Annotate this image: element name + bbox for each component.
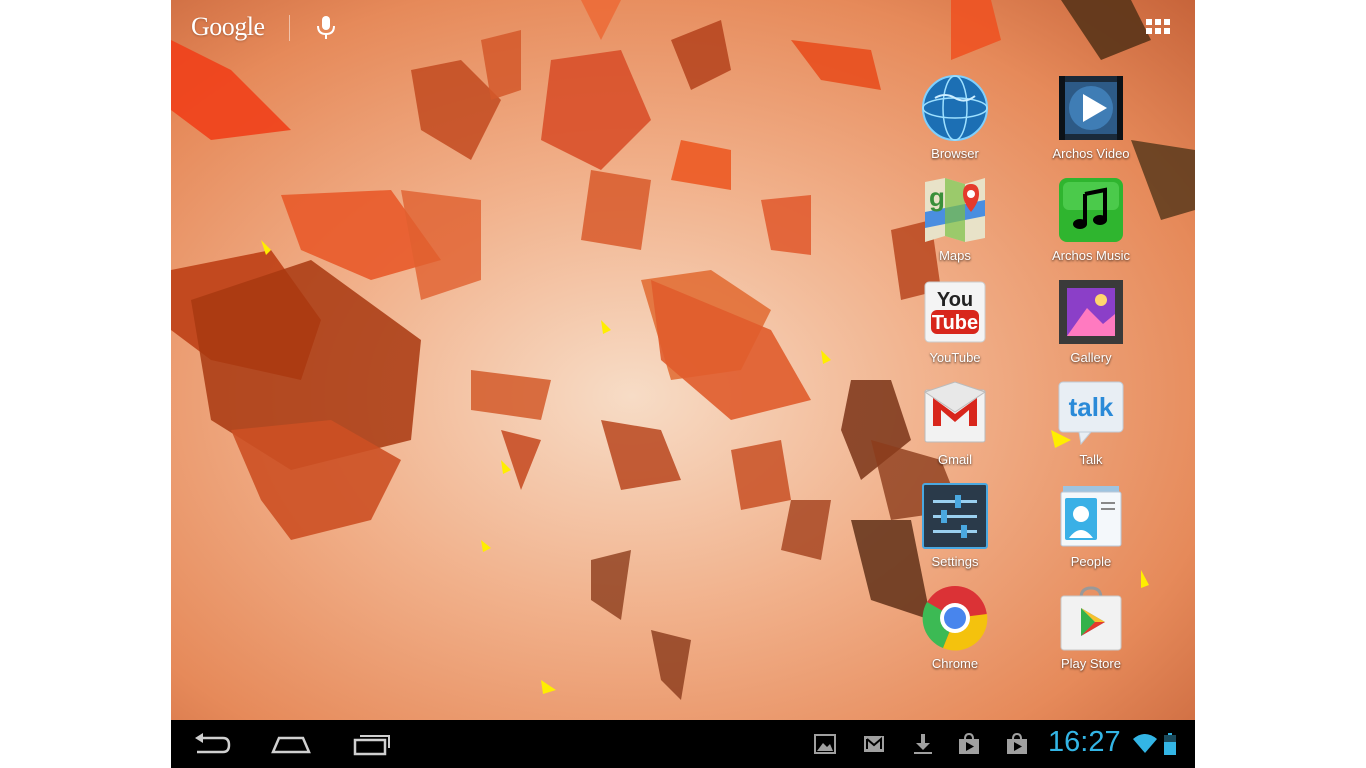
settings-icon bbox=[921, 482, 989, 550]
android-home-screen: Google Browser Archos Video g Maps Archo… bbox=[171, 0, 1195, 768]
app-archos-video[interactable]: Archos Video bbox=[1031, 74, 1151, 170]
download-icon[interactable] bbox=[912, 733, 934, 755]
apps-grid-icon[interactable] bbox=[1143, 16, 1173, 38]
svg-text:talk: talk bbox=[1069, 392, 1114, 422]
app-label: Gmail bbox=[938, 452, 972, 467]
youtube-icon: You Tube bbox=[921, 278, 989, 346]
home-icon[interactable] bbox=[269, 728, 313, 760]
battery-icon[interactable] bbox=[1164, 733, 1176, 755]
app-label: Browser bbox=[931, 146, 979, 161]
app-people[interactable]: People bbox=[1031, 482, 1151, 578]
app-label: Gallery bbox=[1070, 350, 1112, 365]
app-label: Archos Music bbox=[1051, 248, 1131, 263]
gmail-icon bbox=[921, 380, 989, 448]
wifi-icon[interactable] bbox=[1132, 732, 1158, 754]
google-search-logo[interactable]: Google bbox=[191, 12, 265, 42]
app-label: Chrome bbox=[931, 656, 979, 671]
svg-text:You: You bbox=[937, 289, 973, 311]
archos-music-icon bbox=[1057, 176, 1125, 244]
talk-icon: talk bbox=[1057, 380, 1125, 448]
app-label: Talk bbox=[1079, 452, 1103, 467]
app-talk[interactable]: talk Talk bbox=[1031, 380, 1151, 476]
app-maps[interactable]: g Maps bbox=[895, 176, 1015, 272]
app-label: Play Store bbox=[1061, 656, 1121, 671]
svg-text:g: g bbox=[929, 182, 945, 212]
people-icon bbox=[1057, 482, 1125, 550]
app-gmail[interactable]: Gmail bbox=[895, 380, 1015, 476]
app-play-store[interactable]: Play Store bbox=[1031, 584, 1151, 680]
gmail-notification-icon[interactable] bbox=[863, 733, 885, 755]
market-update-icon[interactable] bbox=[1006, 732, 1028, 755]
recent-apps-icon[interactable] bbox=[351, 728, 395, 760]
app-label: Archos Video bbox=[1052, 146, 1130, 161]
status-clock[interactable]: 16:27 bbox=[1048, 726, 1121, 759]
mic-icon[interactable] bbox=[313, 14, 339, 42]
maps-icon: g bbox=[921, 176, 989, 244]
gallery-icon bbox=[1057, 278, 1125, 346]
app-chrome[interactable]: Chrome bbox=[895, 584, 1015, 680]
app-gallery[interactable]: Gallery bbox=[1031, 278, 1151, 374]
app-youtube[interactable]: You Tube YouTube bbox=[895, 278, 1015, 374]
app-label: Maps bbox=[939, 248, 971, 263]
screenshot-image-icon[interactable] bbox=[814, 733, 836, 755]
app-settings[interactable]: Settings bbox=[895, 482, 1015, 578]
chrome-icon bbox=[921, 584, 989, 652]
browser-globe-icon bbox=[921, 74, 989, 142]
system-navigation-bar: 16:27 bbox=[171, 720, 1195, 768]
play-store-icon bbox=[1057, 584, 1125, 652]
search-divider bbox=[289, 15, 290, 41]
archos-video-icon bbox=[1057, 74, 1125, 142]
app-browser[interactable]: Browser bbox=[895, 74, 1015, 170]
market-update-icon[interactable] bbox=[958, 732, 980, 755]
app-label: People bbox=[1070, 554, 1112, 569]
app-label: Settings bbox=[931, 554, 979, 569]
svg-text:Tube: Tube bbox=[932, 312, 978, 334]
app-label: YouTube bbox=[929, 350, 981, 365]
app-archos-music[interactable]: Archos Music bbox=[1031, 176, 1151, 272]
back-icon[interactable] bbox=[189, 728, 233, 760]
